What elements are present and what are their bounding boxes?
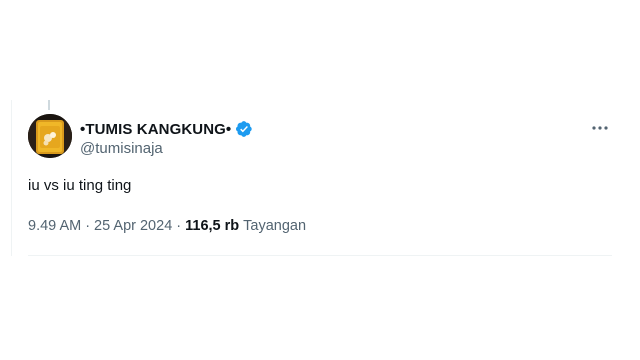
divider — [28, 255, 612, 256]
views-label[interactable]: Tayangan — [243, 218, 306, 234]
more-dots-icon — [592, 126, 608, 130]
author-name-row[interactable]: •TUMIS KANGKUNG• — [80, 119, 253, 139]
tweet-text: iu vs iu ting ting — [28, 177, 132, 194]
views-count[interactable]: 116,5 rb — [185, 218, 239, 234]
tweet-meta: 9.49 AM · 25 Apr 2024 · 116,5 rb Tayanga… — [28, 218, 306, 234]
tweet-screenshot: •TUMIS KANGKUNG• @tumisinaja iu vs iu ti… — [0, 0, 640, 360]
tweet-card[interactable]: •TUMIS KANGKUNG• @tumisinaja iu vs iu ti… — [12, 100, 612, 256]
more-options-button[interactable] — [588, 118, 612, 138]
meta-separator-2: · — [176, 218, 182, 234]
tweet-time[interactable]: 9.49 AM — [28, 218, 81, 234]
author-handle[interactable]: @tumisinaja — [80, 140, 163, 157]
author-display-name[interactable]: •TUMIS KANGKUNG• — [80, 121, 231, 138]
verified-badge-icon — [236, 121, 252, 137]
avatar[interactable] — [28, 114, 72, 158]
meta-separator: · — [85, 218, 91, 234]
tweet-date[interactable]: 25 Apr 2024 — [94, 218, 172, 234]
